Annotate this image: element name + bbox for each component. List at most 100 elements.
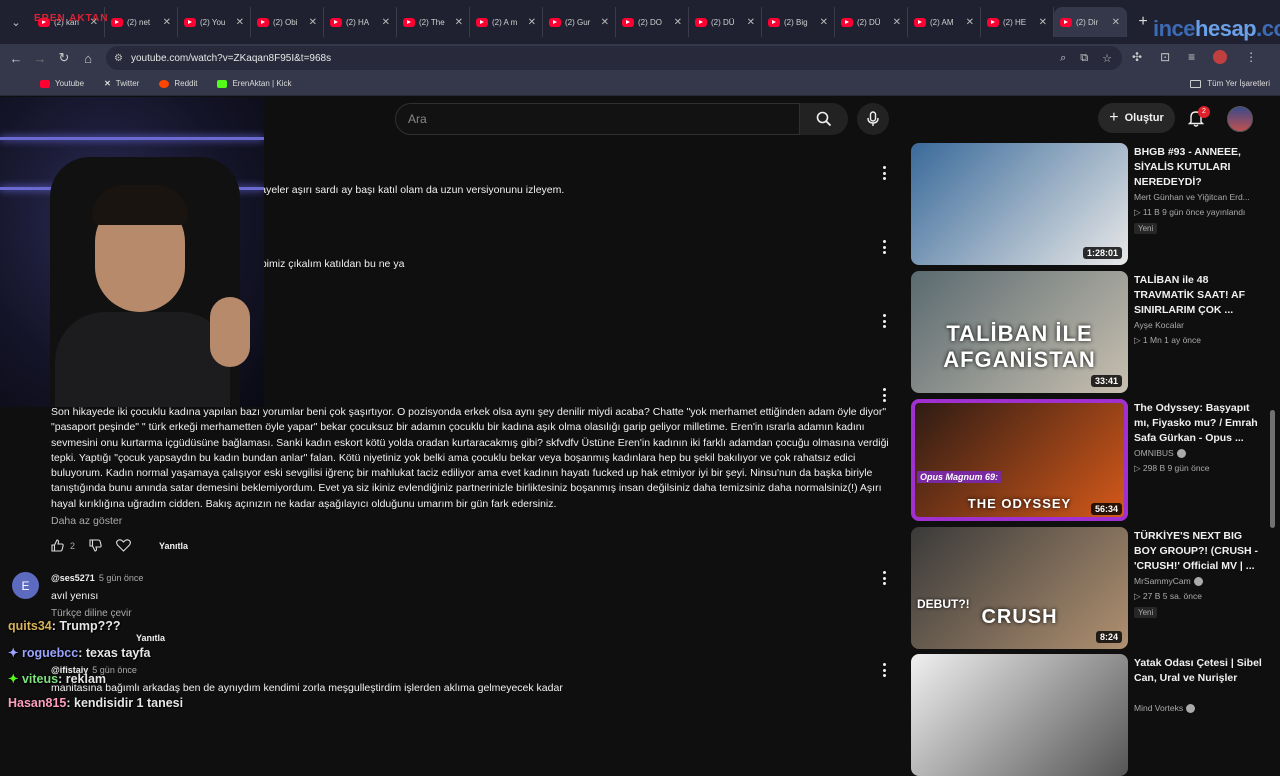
video-thumbnail[interactable]: CRUSH DEBUT?! 8:24 [911, 527, 1128, 649]
close-icon[interactable]: ✕ [674, 17, 682, 28]
bookmark-reddit[interactable]: Reddit [159, 79, 197, 88]
profile-avatar[interactable] [1213, 50, 1228, 64]
browser-tab[interactable]: (2) The ✕ [397, 7, 470, 37]
browser-tab[interactable]: (2) Dir ✕ [1054, 7, 1127, 37]
close-icon[interactable]: ✕ [1039, 17, 1047, 28]
video-title[interactable]: TÜRKİYE'S NEXT BIG BOY GROUP?! (CRUSH - … [1134, 529, 1264, 574]
menu-icon[interactable]: ⋮ [1245, 50, 1257, 64]
forward-icon[interactable]: → [28, 51, 52, 66]
back-icon[interactable]: ← [4, 51, 28, 66]
comment-menu-icon[interactable] [879, 571, 889, 585]
close-icon[interactable]: ✕ [528, 17, 536, 28]
video-thumbnail[interactable]: TALİBAN İLE AFGANİSTAN 33:41 [911, 271, 1128, 393]
browser-tab[interactable]: (2) net ✕ [105, 7, 178, 37]
video-title[interactable]: TALİBAN ile 48 TRAVMATİK SAAT! AF SINIRL… [1134, 273, 1264, 318]
close-icon[interactable]: ✕ [1112, 17, 1120, 28]
recommended-video[interactable]: THE ODYSSEY Opus Magnum 69: 56:34 The Odyss… [911, 399, 1271, 521]
browser-tab[interactable]: (2) AM ✕ [908, 7, 981, 37]
star-icon[interactable]: ☆ [1102, 52, 1112, 65]
voice-search-button[interactable] [857, 103, 889, 135]
recommended-video[interactable]: CRUSH DEBUT?! 8:24 TÜRKİYE'S NEXT BIG BOY G… [911, 527, 1271, 649]
comment-menu-icon[interactable] [879, 314, 889, 328]
browser-tab[interactable]: (2) HE ✕ [981, 7, 1054, 37]
channel-name[interactable]: Mind Vorteks [1134, 703, 1269, 714]
home-icon[interactable]: ⌂ [76, 51, 100, 66]
avatar[interactable]: E [12, 572, 39, 599]
bookmark-twitter[interactable]: ✕ Twitter [104, 79, 139, 88]
recommended-video[interactable]: TALİBAN İLE AFGANİSTAN 33:41 TALİBAN ile 4… [911, 271, 1271, 393]
lock-icon[interactable]: ⊡ [1160, 50, 1170, 64]
channel-name[interactable]: Ayşe Kocalar [1134, 320, 1269, 330]
comment-menu-icon[interactable] [879, 388, 889, 402]
close-icon[interactable]: ✕ [309, 17, 317, 28]
browser-tab[interactable]: (2) DO ✕ [616, 7, 689, 37]
video-title[interactable]: Yatak Odası Çetesi | Sibel Can, Ural ve … [1134, 656, 1264, 686]
streamer-hand [210, 297, 250, 367]
search-button[interactable] [800, 103, 848, 135]
browser-tab[interactable]: (2) Big ✕ [762, 7, 835, 37]
zoom-icon[interactable]: ⌕ [1060, 52, 1066, 65]
browser-tab[interactable]: (2) DÜ ✕ [835, 7, 908, 37]
close-icon[interactable]: ✕ [163, 17, 171, 28]
show-less-link[interactable]: Daha az göster [51, 515, 122, 527]
bookmark-youtube[interactable]: Youtube [40, 79, 84, 88]
reload-icon[interactable]: ↻ [52, 50, 76, 66]
tab-search-icon[interactable]: ⌄ [6, 12, 26, 32]
new-tab-button[interactable]: + [1133, 13, 1153, 31]
close-icon[interactable]: ✕ [236, 17, 244, 28]
comment-text: kayeler aşırı sardı ay başı katıl olam d… [255, 184, 565, 196]
recommended-video[interactable]: 1:28:01 BHGB #93 - ANNEEE, SİYALİS KUTULA… [911, 143, 1271, 265]
install-icon[interactable]: ⧉ [1080, 52, 1088, 65]
browser-tab[interactable]: (2) Gur ✕ [543, 7, 616, 37]
tab-title: (2) net [127, 17, 151, 27]
thumbs-down-icon[interactable] [89, 539, 102, 552]
browser-tab[interactable]: (2) HA ✕ [324, 7, 397, 37]
comment-author[interactable]: @ses5271 5 gün önce [51, 573, 143, 583]
search-input[interactable]: Ara [395, 103, 800, 135]
extensions-icon[interactable]: ✣ [1132, 50, 1142, 64]
verified-icon [1176, 449, 1186, 459]
new-badge: Yeni [1134, 223, 1158, 234]
translate-link[interactable]: Türkçe diline çevir [51, 608, 132, 619]
media-icon[interactable]: ≡ [1188, 50, 1195, 64]
recommended-video[interactable]: Yatak Odası Çetesi | Sibel Can, Ural ve … [911, 654, 1271, 776]
tab-title: (2) Big [784, 17, 808, 27]
browser-tab[interactable]: (2) DÜ ✕ [689, 7, 762, 37]
channel-name[interactable]: OMNIBUS [1134, 448, 1269, 459]
heart-icon[interactable] [116, 539, 131, 552]
close-icon[interactable]: ✕ [966, 17, 974, 28]
bookmark-kick[interactable]: ErenAktan | Kick [217, 79, 291, 88]
like-button[interactable]: 2 [51, 539, 75, 552]
close-icon[interactable]: ✕ [820, 17, 828, 28]
video-title[interactable]: BHGB #93 - ANNEEE, SİYALİS KUTULARI NERE… [1134, 145, 1264, 190]
address-bar[interactable]: ⚙ youtube.com/watch?v=ZKaqan8F95I&t=968s… [106, 46, 1122, 70]
close-icon[interactable]: ✕ [893, 17, 901, 28]
close-icon[interactable]: ✕ [601, 17, 609, 28]
create-button[interactable]: + Oluştur [1098, 103, 1175, 133]
close-icon[interactable]: ✕ [382, 17, 390, 28]
browser-tab[interactable]: (2) A m ✕ [470, 7, 543, 37]
plus-icon: + [1109, 109, 1119, 126]
comment-menu-icon[interactable] [879, 166, 889, 180]
browser-tab[interactable]: (2) Obi ✕ [251, 7, 324, 37]
verified-icon [1193, 577, 1203, 587]
chat-message: ✦ viteus: reklam [8, 672, 107, 686]
video-title[interactable]: The Odyssey: Başyapıt mı, Fiyasko mu? / … [1134, 401, 1264, 446]
scrollbar[interactable] [1270, 410, 1275, 528]
comment-menu-icon[interactable] [879, 663, 889, 677]
comment-menu-icon[interactable] [879, 240, 889, 254]
reply-button[interactable]: Yanıtla [159, 541, 188, 551]
channel-name[interactable]: Mert Günhan ve Yiğitcan Erd... [1134, 192, 1269, 202]
video-thumbnail[interactable]: 1:28:01 [911, 143, 1128, 265]
account-avatar[interactable] [1227, 106, 1253, 132]
all-bookmarks[interactable]: Tüm Yer İşaretleri [1190, 79, 1270, 88]
channel-name[interactable]: MrSammyCam [1134, 576, 1269, 587]
reply-button[interactable]: Yanıtla [136, 633, 165, 643]
close-icon[interactable]: ✕ [747, 17, 755, 28]
close-icon[interactable]: ✕ [455, 17, 463, 28]
site-info-icon[interactable]: ⚙ [114, 53, 123, 64]
bookmarks-bar: Youtube ✕ Twitter Reddit ErenAktan | Kick… [0, 72, 1280, 96]
video-thumbnail[interactable]: THE ODYSSEY Opus Magnum 69: 56:34 [911, 399, 1128, 521]
browser-tab[interactable]: (2) You ✕ [178, 7, 251, 37]
video-thumbnail[interactable] [911, 654, 1128, 776]
